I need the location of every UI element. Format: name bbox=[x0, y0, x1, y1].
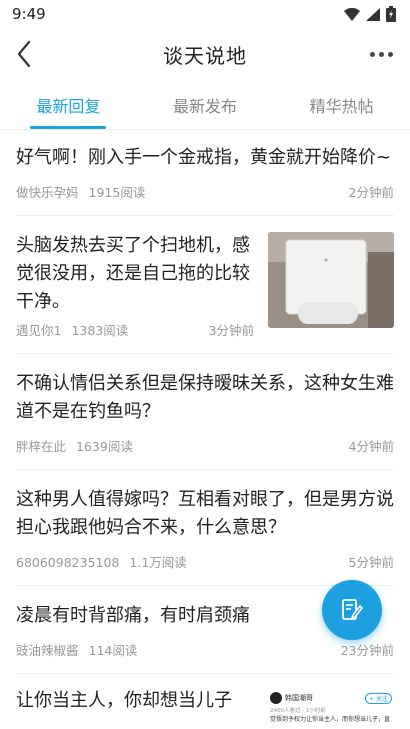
list-item[interactable]: 头脑发热去买了个扫地机，感觉很没用，还是自己拖的比较干净。 遇见你1 1383阅读… bbox=[16, 216, 394, 354]
thumb-text: 觉悟到予权力让你当主人，而你想当儿子，直 bbox=[270, 716, 391, 723]
back-button[interactable] bbox=[10, 40, 38, 68]
wifi-icon bbox=[344, 7, 360, 21]
edit-note-icon bbox=[342, 599, 363, 620]
status-bar: 9:49 bbox=[0, 0, 410, 28]
post-time: 5分钟前 bbox=[348, 555, 394, 570]
post-title: 不确认情侣关系但是保持暧昧关系，这种女生难道不是在钓鱼吗？ bbox=[16, 373, 394, 422]
tab-latest-post[interactable]: 最新发布 bbox=[137, 80, 274, 129]
status-time: 9:49 bbox=[12, 5, 46, 23]
post-reads: 1915阅读 bbox=[88, 185, 146, 200]
list-item[interactable]: 这种男人值得嫁吗？互相看对眼了，但是男方说担心我跟他妈合不来，什么意思？ 680… bbox=[16, 470, 394, 586]
post-author: 6806098235108 bbox=[16, 555, 120, 570]
post-author: 遇见你1 bbox=[16, 323, 62, 338]
chevron-left-icon bbox=[17, 41, 31, 67]
signal-icon bbox=[366, 7, 380, 21]
post-thumbnail bbox=[268, 232, 394, 328]
tab-bar: 最新回复 最新发布 精华热帖 bbox=[0, 80, 410, 130]
post-reads: 1639阅读 bbox=[76, 439, 133, 454]
list-item[interactable]: 好气啊！刚入手一个金戒指，黄金就开始降价~ 做快乐孕妈 1915阅读 2分钟前 bbox=[16, 130, 394, 216]
tab-latest-reply[interactable]: 最新回复 bbox=[0, 80, 137, 129]
post-title: 好气啊！刚入手一个金戒指，黄金就开始降价~ bbox=[16, 147, 392, 168]
battery-icon bbox=[386, 6, 396, 22]
tab-featured[interactable]: 精华热帖 bbox=[273, 80, 410, 129]
post-time: 2分钟前 bbox=[348, 185, 394, 200]
post-meta: 6806098235108 1.1万阅读 5分钟前 bbox=[16, 552, 394, 571]
thumb-title: 韩国潮哥 bbox=[285, 694, 313, 702]
post-time: 4分钟前 bbox=[348, 439, 394, 454]
post-time: 3分钟前 bbox=[208, 323, 254, 338]
page-title: 谈天说地 bbox=[163, 43, 247, 68]
tab-label: 精华热帖 bbox=[309, 96, 374, 116]
list-item[interactable]: 让你当主人，你却想当儿子 韩国潮哥 + 关注 2400人看过 · 1小时前 觉悟… bbox=[16, 674, 394, 729]
more-dot bbox=[387, 51, 393, 57]
tab-label: 最新发布 bbox=[173, 96, 238, 116]
thumb-badge: + 关注 bbox=[365, 692, 392, 704]
post-reads: 1383阅读 bbox=[71, 323, 129, 338]
post-author: 胖梓在此 bbox=[16, 439, 67, 454]
post-title: 这种男人值得嫁吗？互相看对眼了，但是男方说担心我跟他妈合不来，什么意思？ bbox=[16, 489, 394, 538]
thumb-avatar bbox=[270, 692, 282, 704]
post-title: 头脑发热去买了个扫地机，感觉很没用，还是自己拖的比较干净。 bbox=[16, 235, 250, 312]
thumb-subtitle: 2400人看过 · 1小时前 bbox=[270, 708, 326, 714]
post-author: 豉油辣椒酱 bbox=[16, 643, 79, 658]
more-dots-icon bbox=[369, 51, 375, 57]
post-time: 23分钟前 bbox=[340, 643, 394, 658]
more-dot bbox=[378, 51, 384, 57]
post-reads: 1.1万阅读 bbox=[129, 555, 187, 570]
post-meta: 豉油辣椒酱 114阅读 23分钟前 bbox=[16, 640, 394, 659]
nav-bar: 谈天说地 bbox=[0, 28, 410, 80]
post-reads: 114阅读 bbox=[88, 643, 138, 658]
post-meta: 胖梓在此 1639阅读 4分钟前 bbox=[16, 436, 394, 455]
post-author: 做快乐孕妈 bbox=[16, 185, 79, 200]
post-thumbnail: 韩国潮哥 + 关注 2400人看过 · 1小时前 觉悟到予权力让你当主人，而你想… bbox=[268, 688, 394, 729]
post-title: 让你当主人，你却想当儿子 bbox=[16, 690, 232, 711]
list-item[interactable]: 不确认情侣关系但是保持暧昧关系，这种女生难道不是在钓鱼吗？ 胖梓在此 1639阅读… bbox=[16, 354, 394, 470]
post-meta: 做快乐孕妈 1915阅读 2分钟前 bbox=[16, 182, 394, 201]
tab-active-indicator bbox=[30, 126, 107, 129]
compose-button[interactable] bbox=[322, 580, 382, 640]
post-meta: 遇见你1 1383阅读 3分钟前 bbox=[16, 320, 254, 339]
tab-label: 最新回复 bbox=[36, 96, 101, 116]
more-button[interactable] bbox=[366, 40, 396, 68]
status-icons bbox=[344, 6, 396, 22]
